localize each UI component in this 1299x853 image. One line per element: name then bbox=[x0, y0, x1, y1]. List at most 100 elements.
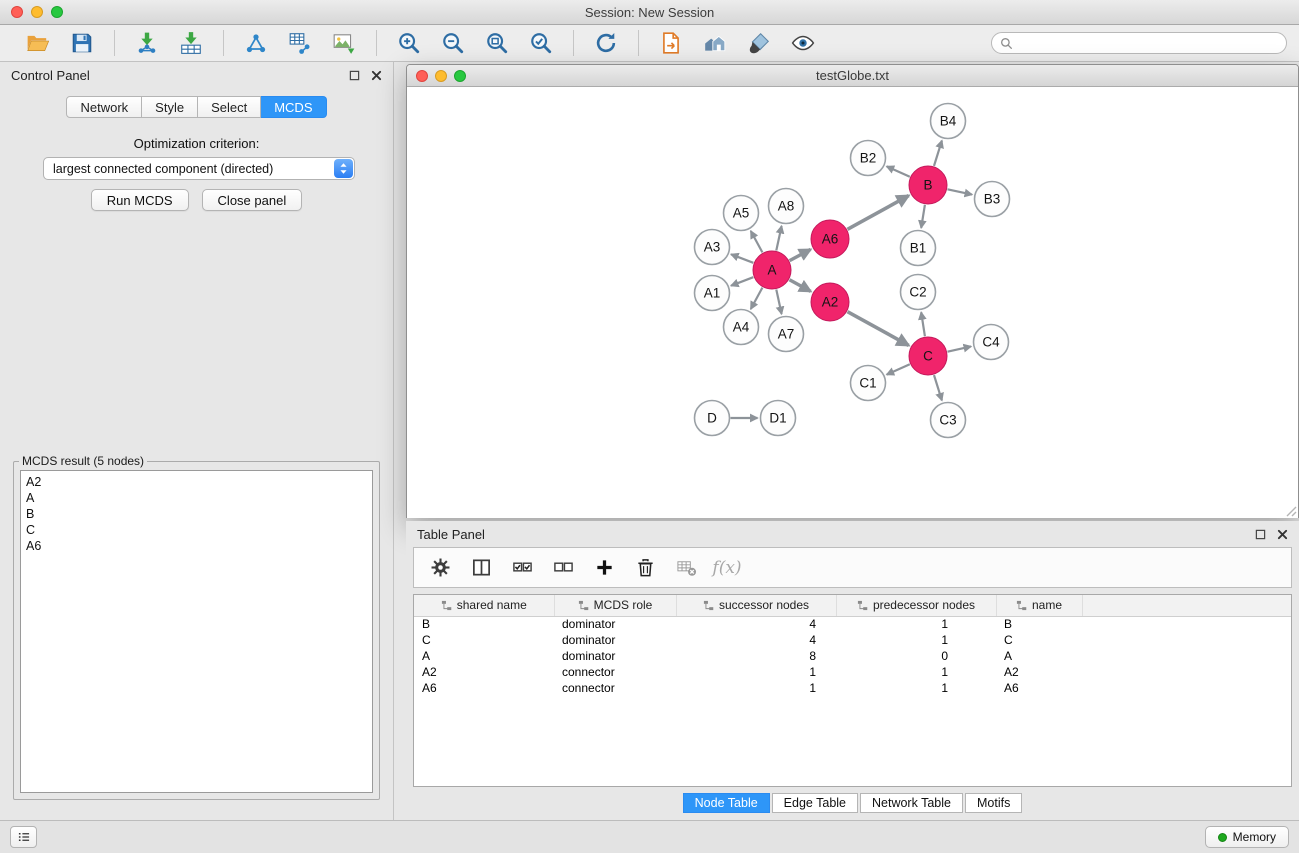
tab-network-table[interactable]: Network Table bbox=[860, 793, 963, 813]
table-cell[interactable]: dominator bbox=[554, 616, 676, 632]
network-node-C2[interactable]: C2 bbox=[901, 275, 936, 310]
table-cell[interactable]: A bbox=[996, 648, 1082, 664]
network-node-A[interactable]: A bbox=[753, 251, 791, 289]
home-button[interactable] bbox=[696, 28, 734, 58]
save-button[interactable] bbox=[63, 28, 101, 58]
deselect-all-button[interactable] bbox=[547, 553, 579, 583]
network-edge-B-B3[interactable] bbox=[948, 189, 973, 194]
table-cell[interactable]: A2 bbox=[414, 664, 554, 680]
network-table-button[interactable] bbox=[281, 28, 319, 58]
network-edge-A-A1[interactable] bbox=[731, 277, 753, 286]
tab-node-table[interactable]: Node Table bbox=[683, 793, 770, 813]
network-edge-A-A4[interactable] bbox=[751, 288, 763, 309]
zoom-in-button[interactable] bbox=[390, 28, 428, 58]
network-node-A6[interactable]: A6 bbox=[811, 220, 849, 258]
table-cell[interactable]: 1 bbox=[836, 664, 996, 680]
close-mcds-panel-button[interactable]: Close panel bbox=[202, 189, 303, 211]
search-input[interactable] bbox=[1018, 36, 1278, 50]
delete-column-button[interactable] bbox=[629, 553, 661, 583]
network-node-D1[interactable]: D1 bbox=[761, 401, 796, 436]
network-node-D[interactable]: D bbox=[695, 401, 730, 436]
table-cell[interactable]: 8 bbox=[676, 648, 836, 664]
network-node-A5[interactable]: A5 bbox=[724, 196, 759, 231]
network-close-button[interactable] bbox=[416, 70, 428, 82]
network-edge-A2-C[interactable] bbox=[848, 312, 909, 346]
image-export-button[interactable] bbox=[325, 28, 363, 58]
table-cell[interactable]: 4 bbox=[676, 632, 836, 648]
network-minimize-button[interactable] bbox=[435, 70, 447, 82]
network-node-B1[interactable]: B1 bbox=[901, 231, 936, 266]
network-edge-A6-B[interactable] bbox=[848, 196, 909, 230]
memory-button[interactable]: Memory bbox=[1205, 826, 1289, 848]
network-node-C4[interactable]: C4 bbox=[974, 325, 1009, 360]
network-node-A3[interactable]: A3 bbox=[695, 230, 730, 265]
resize-grip-icon[interactable] bbox=[1283, 503, 1297, 517]
close-control-panel-button[interactable] bbox=[371, 70, 382, 81]
table-cell[interactable]: A6 bbox=[414, 680, 554, 696]
column-header-predecessor-nodes[interactable]: predecessor nodes bbox=[836, 595, 996, 616]
table-row[interactable]: Bdominator41B bbox=[414, 616, 1291, 632]
float-panel-button[interactable] bbox=[349, 70, 360, 81]
table-cell[interactable]: B bbox=[414, 616, 554, 632]
import-network-button[interactable] bbox=[128, 28, 166, 58]
table-cell[interactable]: 1 bbox=[676, 664, 836, 680]
network-share-button[interactable] bbox=[237, 28, 275, 58]
table-cell[interactable]: A bbox=[414, 648, 554, 664]
table-cell[interactable]: C bbox=[996, 632, 1082, 648]
table-cell[interactable]: C bbox=[414, 632, 554, 648]
table-cell[interactable]: B bbox=[996, 616, 1082, 632]
network-edge-A-A6[interactable] bbox=[790, 249, 811, 260]
table-cell[interactable]: 1 bbox=[836, 616, 996, 632]
table-row[interactable]: A2connector11A2 bbox=[414, 664, 1291, 680]
column-header-successor-nodes[interactable]: successor nodes bbox=[676, 595, 836, 616]
network-canvas[interactable]: B4B2BB3A8A5A6A3B1AC2A1A2A4A7C4CC1DD1C3 bbox=[407, 87, 1298, 518]
optimization-select[interactable]: largest connected component (directed) bbox=[43, 157, 355, 180]
network-node-A2[interactable]: A2 bbox=[811, 283, 849, 321]
network-node-B2[interactable]: B2 bbox=[851, 141, 886, 176]
tab-network[interactable]: Network bbox=[66, 96, 142, 118]
close-window-button[interactable] bbox=[11, 6, 23, 18]
table-cell[interactable]: A6 bbox=[996, 680, 1082, 696]
eye-details-button[interactable] bbox=[784, 28, 822, 58]
document-export-button[interactable] bbox=[652, 28, 690, 58]
table-cell[interactable]: connector bbox=[554, 680, 676, 696]
network-edge-A-A5[interactable] bbox=[751, 231, 763, 252]
add-column-button[interactable] bbox=[588, 553, 620, 583]
close-table-panel-button[interactable] bbox=[1277, 529, 1288, 540]
network-node-A8[interactable]: A8 bbox=[769, 189, 804, 224]
select-all-button[interactable] bbox=[506, 553, 538, 583]
gear-button[interactable] bbox=[424, 553, 456, 583]
table-row[interactable]: A6connector11A6 bbox=[414, 680, 1291, 696]
table-cell[interactable]: A2 bbox=[996, 664, 1082, 680]
table-cell[interactable]: 1 bbox=[676, 680, 836, 696]
open-file-button[interactable] bbox=[19, 28, 57, 58]
task-history-button[interactable] bbox=[10, 826, 37, 848]
table-cell[interactable]: 0 bbox=[836, 648, 996, 664]
tab-mcds[interactable]: MCDS bbox=[261, 96, 326, 118]
table-cell[interactable]: dominator bbox=[554, 632, 676, 648]
float-table-panel-button[interactable] bbox=[1255, 529, 1266, 540]
tab-edge-table[interactable]: Edge Table bbox=[772, 793, 858, 813]
zoom-fit-button[interactable] bbox=[478, 28, 516, 58]
network-node-B3[interactable]: B3 bbox=[975, 182, 1010, 217]
table-cell[interactable]: 4 bbox=[676, 616, 836, 632]
column-header-shared-name[interactable]: shared name bbox=[414, 595, 554, 616]
network-node-B[interactable]: B bbox=[909, 166, 947, 204]
table-cell[interactable]: connector bbox=[554, 664, 676, 680]
column-header-name[interactable]: name bbox=[996, 595, 1082, 616]
network-node-C3[interactable]: C3 bbox=[931, 403, 966, 438]
minimize-window-button[interactable] bbox=[31, 6, 43, 18]
refresh-button[interactable] bbox=[587, 28, 625, 58]
table-row[interactable]: Cdominator41C bbox=[414, 632, 1291, 648]
network-window-titlebar[interactable]: testGlobe.txt bbox=[407, 65, 1298, 87]
network-node-C1[interactable]: C1 bbox=[851, 366, 886, 401]
network-zoom-button[interactable] bbox=[454, 70, 466, 82]
tab-motifs[interactable]: Motifs bbox=[965, 793, 1022, 813]
run-mcds-button[interactable]: Run MCDS bbox=[91, 189, 189, 211]
zoom-out-button[interactable] bbox=[434, 28, 472, 58]
style-brush-button[interactable] bbox=[740, 28, 778, 58]
search-box[interactable] bbox=[991, 32, 1287, 54]
network-edge-A-A2[interactable] bbox=[790, 280, 811, 292]
network-node-C[interactable]: C bbox=[909, 337, 947, 375]
columns-button[interactable] bbox=[465, 553, 497, 583]
